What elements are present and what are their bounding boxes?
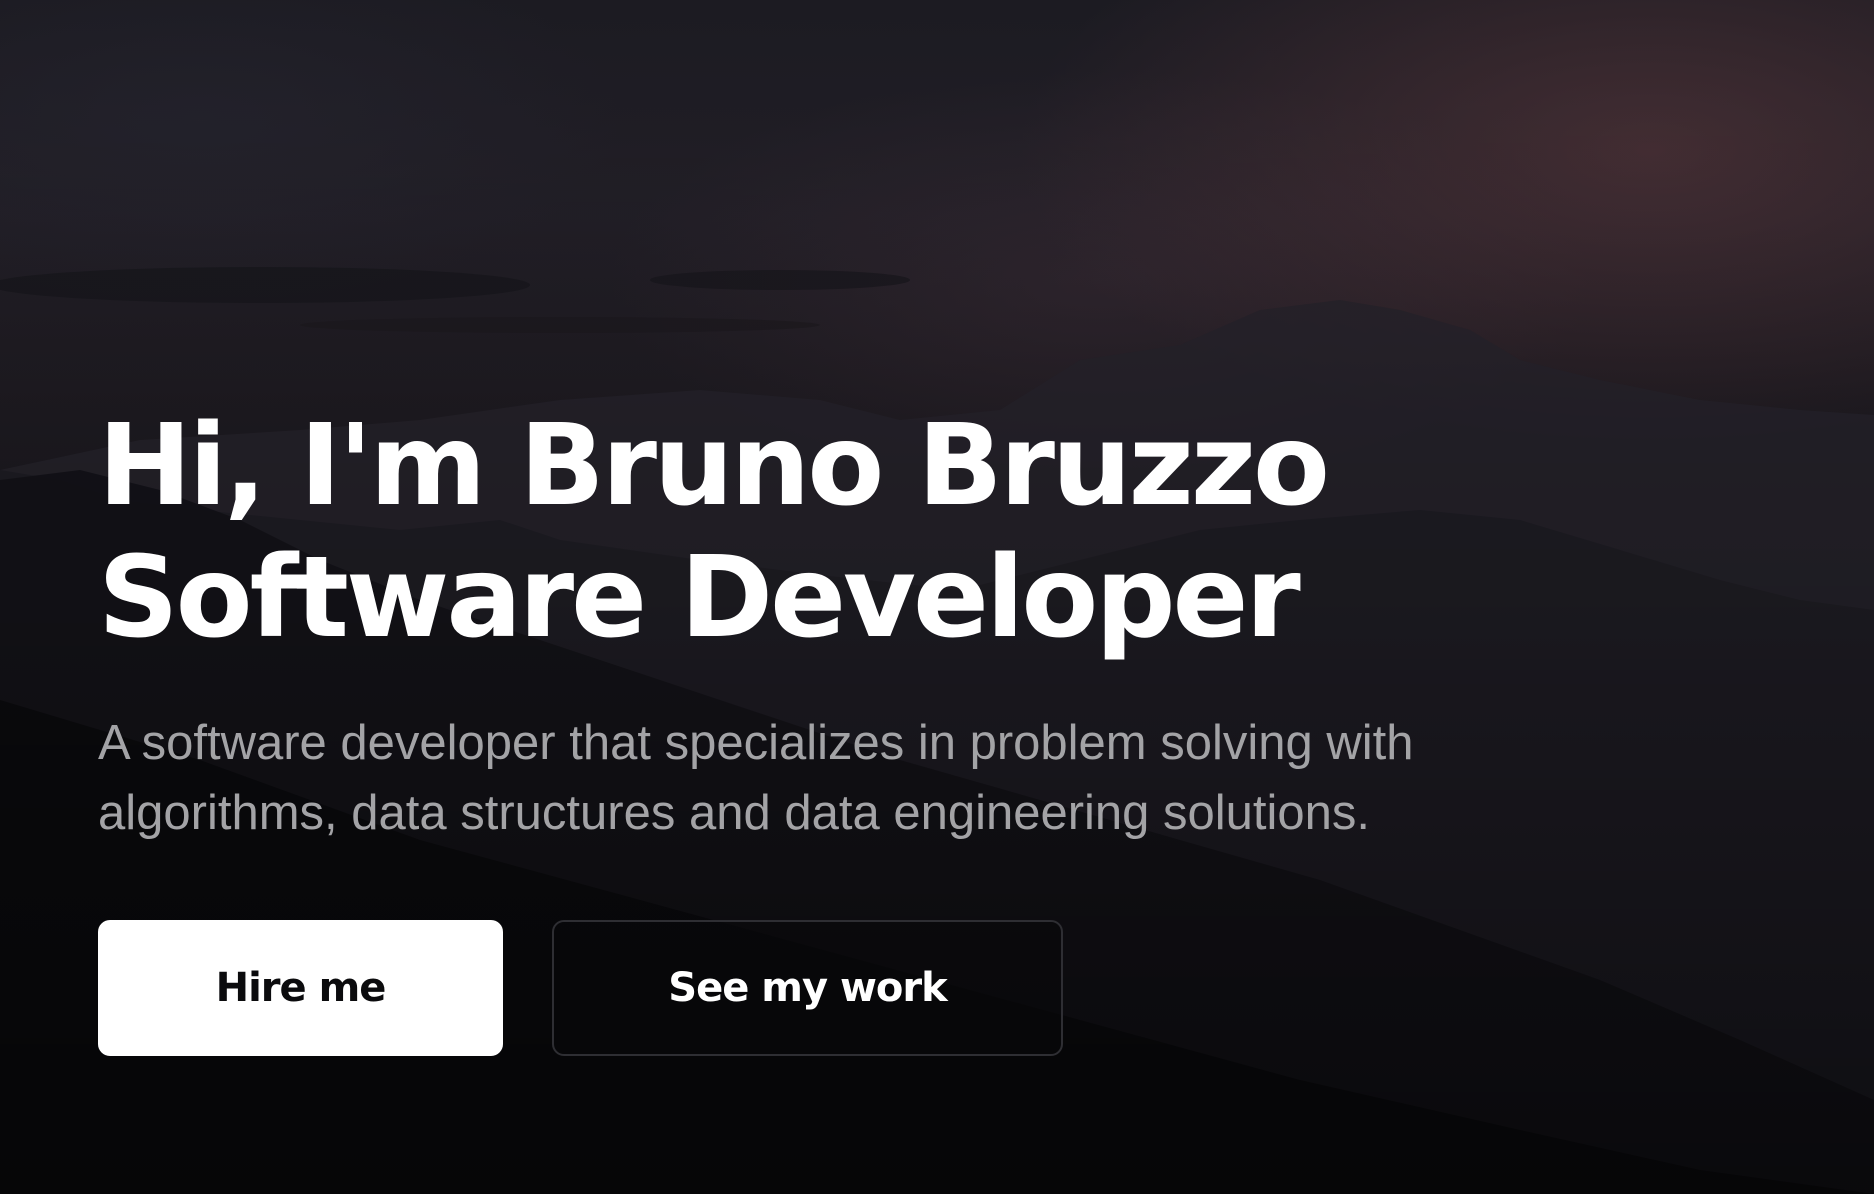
- hero-section: Hi, I'm Bruno Bruzzo Software Developer …: [0, 0, 1874, 1194]
- hire-me-button[interactable]: Hire me: [98, 920, 503, 1056]
- hero-subtitle: A software developer that specializes in…: [98, 716, 1414, 840]
- headline-role: Software Developer: [98, 533, 1301, 663]
- see-my-work-button[interactable]: See my work: [552, 920, 1063, 1056]
- hero-headline: Hi, I'm Bruno Bruzzo Software Developer: [98, 400, 1658, 664]
- hero-content: Hi, I'm Bruno Bruzzo Software Developer …: [98, 400, 1658, 848]
- headline-greeting: Hi, I'm Bruno Bruzzo: [98, 401, 1330, 531]
- hero-actions: Hire me See my work: [98, 920, 1063, 1056]
